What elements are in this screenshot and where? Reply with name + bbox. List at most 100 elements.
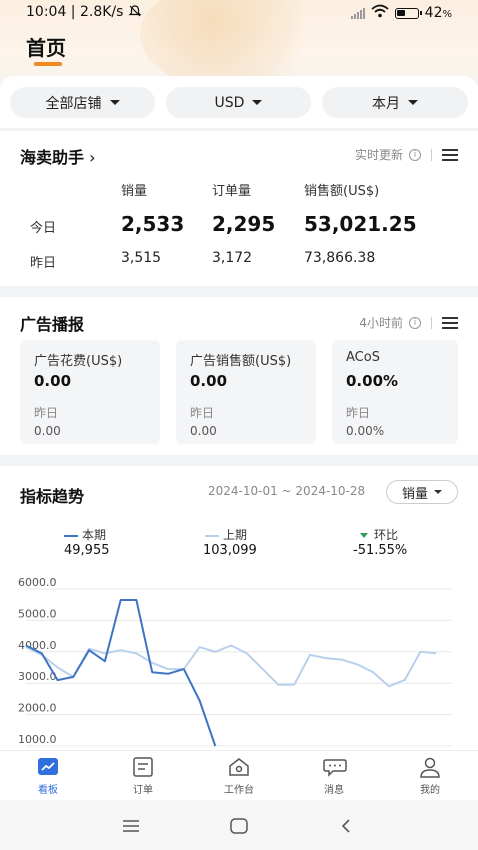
ads-update-label: 4小时前: [359, 316, 403, 330]
metric-select-label: 销量: [401, 486, 428, 502]
info-icon[interactable]: i: [409, 316, 421, 329]
title-underline: [34, 62, 62, 66]
legend-change: 环比 -51.55%: [353, 526, 407, 558]
tab-workbench[interactable]: 工作台: [209, 757, 269, 796]
menu-icon[interactable]: [122, 818, 140, 837]
battery-percent: 42%: [424, 5, 452, 21]
acos-box[interactable]: ACoS 0.00% 昨日 0.00%: [332, 340, 458, 444]
tab-orders[interactable]: 订单: [113, 757, 173, 796]
status-left: 10:04 | 2.8K/s: [26, 4, 142, 20]
store-filter-label: 全部店铺: [45, 95, 102, 112]
order-icon: [132, 757, 154, 777]
yesterday-revenue: 73,866.38: [304, 250, 376, 266]
series-line-current: [25, 599, 217, 747]
legend-line-previous: [205, 534, 219, 537]
ad-sales-box[interactable]: 广告销售额(US$) 0.00 昨日 0.00: [176, 340, 316, 444]
ads-card-meta: 4小时前 i: [359, 314, 458, 331]
sales-card-title[interactable]: 海卖助手 ›: [20, 144, 96, 168]
user-icon: [419, 757, 441, 778]
y-tick-label: 5000.0: [18, 607, 57, 620]
message-icon: [323, 757, 347, 777]
tab-messages-label: 消息: [324, 785, 344, 796]
acos-title: ACoS: [346, 350, 380, 365]
legend-value-current: 49,955: [64, 543, 110, 558]
col-header-revenue: 销售额(US$): [304, 184, 380, 199]
ad-spend-yesterday-label: 昨日: [34, 406, 59, 420]
ad-spend-yesterday-value: 0.00: [34, 424, 61, 438]
y-tick-label: 4000.0: [18, 639, 57, 652]
metric-select[interactable]: 销量: [386, 480, 458, 504]
row-label-today: 今日: [30, 221, 57, 236]
status-time-speed: 10:04 | 2.8K/s: [26, 4, 124, 20]
today-sales: 2,533: [121, 212, 185, 236]
acos-yesterday-value: 0.00%: [346, 424, 385, 438]
y-tick-label: 1000.0: [18, 733, 57, 746]
y-tick-label: 6000.0: [18, 576, 57, 589]
list-icon[interactable]: [442, 148, 458, 161]
yesterday-sales: 3,515: [121, 250, 162, 266]
status-bar: 10:04 | 2.8K/s 42%: [26, 4, 452, 24]
legend-value-previous: 103,099: [203, 543, 257, 558]
status-right: 42%: [350, 4, 452, 22]
y-tick-label: 3000.0: [18, 670, 57, 683]
ads-card-title: 广告播报: [20, 315, 85, 334]
chevron-right-icon: ›: [84, 148, 96, 167]
col-header-orders: 订单量: [212, 184, 252, 199]
tab-bar: 看板 订单 工作台 消息 我的: [0, 750, 478, 800]
acos-value: 0.00%: [346, 372, 399, 390]
legend-line-current: [64, 534, 78, 537]
legend-value-change: -51.55%: [353, 543, 408, 558]
date-range[interactable]: 2024-10-01 ~ 2024-10-28: [208, 484, 365, 498]
bell-muted-icon: [128, 4, 142, 20]
today-orders: 2,295: [212, 212, 276, 236]
tab-workbench-label: 工作台: [224, 785, 254, 796]
sales-card: 海卖助手 › 实时更新 i 销量 订单量 销售额(US$) 今日 2,533 2…: [0, 131, 478, 286]
caret-down-icon: [408, 100, 418, 105]
legend-label-change: 环比: [374, 528, 399, 542]
tab-profile-label: 我的: [420, 785, 440, 796]
caret-down-icon: [252, 100, 263, 105]
caret-down-icon: [434, 490, 442, 494]
tab-messages[interactable]: 消息: [304, 757, 364, 796]
home-icon: [228, 757, 250, 777]
row-label-yesterday: 昨日: [30, 256, 57, 271]
chart-icon: [37, 757, 59, 777]
tab-orders-label: 订单: [133, 785, 153, 796]
period-filter-label: 本月: [372, 95, 400, 112]
divider: [431, 148, 432, 161]
ad-sales-yesterday-label: 昨日: [190, 406, 215, 420]
currency-filter[interactable]: USD: [166, 87, 311, 118]
legend-previous: 上期 103,099: [203, 526, 257, 558]
store-filter[interactable]: 全部店铺: [10, 87, 155, 118]
ad-sales-title: 广告销售额(US$): [190, 354, 292, 369]
legend-label-current: 本期: [82, 528, 107, 542]
today-revenue: 53,021.25: [304, 212, 417, 236]
period-filter[interactable]: 本月: [322, 87, 468, 118]
list-icon[interactable]: [442, 316, 458, 329]
page-title: 首页: [26, 36, 66, 60]
legend-current: 本期 49,955: [64, 526, 110, 558]
wifi-icon: [371, 4, 389, 22]
triangle-down-icon: [360, 533, 368, 538]
battery-icon: [394, 7, 422, 19]
back-icon[interactable]: [340, 818, 352, 838]
legend-label-previous: 上期: [223, 528, 248, 542]
trend-card-title: 指标趋势: [20, 487, 85, 506]
ad-spend-title: 广告花费(US$): [34, 354, 123, 369]
tab-profile[interactable]: 我的: [400, 757, 460, 796]
trend-chart: 6000.0 5000.0 4000.0 3000.0 2000.0 1000.0: [18, 576, 452, 747]
tab-dashboard[interactable]: 看板: [18, 757, 78, 796]
signal-icon: [350, 7, 365, 19]
info-icon[interactable]: i: [409, 148, 421, 161]
ad-sales-value: 0.00: [190, 372, 228, 390]
col-header-sales: 销量: [121, 184, 148, 199]
yesterday-orders: 3,172: [212, 250, 253, 266]
ad-sales-yesterday-value: 0.00: [190, 424, 217, 438]
ad-spend-box[interactable]: 广告花费(US$) 0.00 昨日 0.00: [20, 340, 160, 444]
divider: [431, 316, 432, 329]
battery-level: [396, 9, 405, 16]
caret-down-icon: [109, 100, 120, 105]
home-button-icon[interactable]: [230, 818, 248, 838]
acos-yesterday-label: 昨日: [346, 406, 371, 420]
system-nav-bar: [0, 800, 478, 850]
